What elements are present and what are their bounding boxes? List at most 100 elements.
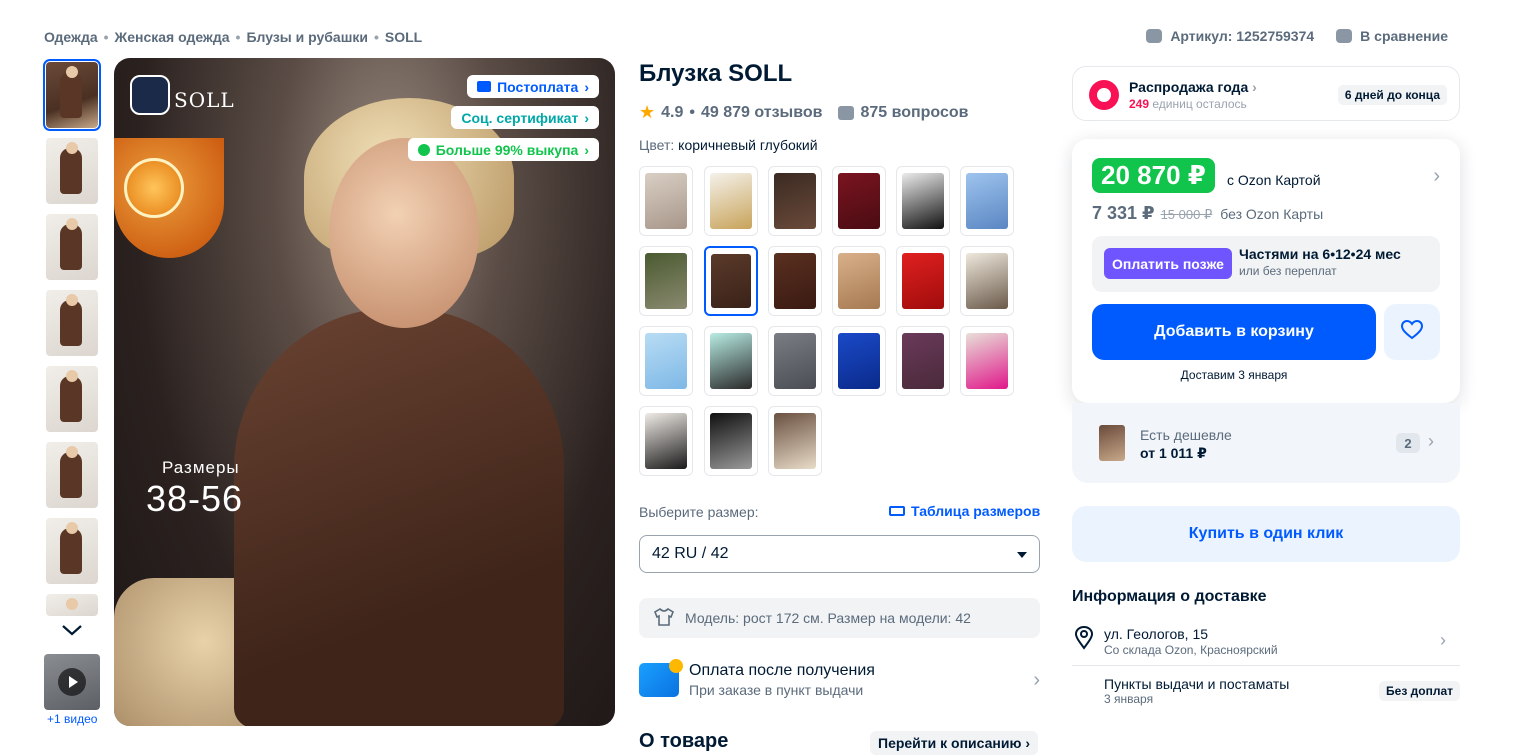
color-swatch[interactable] [832, 246, 886, 316]
color-swatch[interactable] [832, 326, 886, 396]
pickup-date: 3 января [1104, 692, 1154, 706]
badge-social-cert[interactable]: Соц. сертификат › [451, 106, 599, 129]
breadcrumb-item[interactable]: Женская одежда [115, 29, 230, 45]
product-title: Блузка SOLL [639, 60, 793, 87]
color-swatch[interactable] [896, 326, 950, 396]
cheaper-title: Есть дешевле [1140, 427, 1232, 443]
gallery-thumb[interactable] [46, 594, 98, 616]
question-icon [838, 105, 855, 120]
thumb-head [66, 218, 78, 230]
pickup-row[interactable]: Пункты выдачи и постаматы 3 января Без д… [1072, 672, 1460, 712]
color-swatch[interactable] [639, 406, 693, 476]
badge-buyout[interactable]: Больше 99% выкупа › [407, 138, 599, 161]
gallery-thumb[interactable] [46, 138, 98, 204]
size-select[interactable]: 42 RU / 42 [639, 535, 1040, 573]
main-product-image[interactable]: SOLL Постоплата › Соц. сертификат › Боль… [114, 58, 615, 726]
gallery-thumb[interactable] [46, 366, 98, 432]
delivery-title: Информация о доставке [1072, 588, 1267, 605]
payment-after-row[interactable]: Оплата после получения При заказе в пунк… [639, 659, 1040, 698]
pickup-badge: Без доплат [1379, 681, 1460, 701]
thumb-head [66, 370, 78, 382]
color-row: Цвет: коричневый глубокий [639, 137, 818, 153]
color-swatch[interactable] [960, 246, 1014, 316]
color-swatch[interactable] [896, 166, 950, 236]
sale-title: Распродажа года › [1129, 79, 1257, 95]
color-swatch[interactable] [639, 326, 693, 396]
thumb-head [66, 294, 78, 306]
breadcrumb-separator: • [374, 29, 379, 45]
color-swatch[interactable] [768, 166, 822, 236]
play-icon [58, 668, 86, 696]
color-swatch[interactable] [704, 166, 758, 236]
badge-social-cert-label: Соц. сертификат [461, 109, 579, 126]
thumb-head [66, 598, 78, 610]
chevron-down-icon[interactable] [60, 622, 84, 638]
breadcrumb: Одежда • Женская одежда • Блузы и рубашк… [44, 29, 422, 45]
color-swatch[interactable] [960, 166, 1014, 236]
chevron-right-icon[interactable]: › [1433, 165, 1440, 188]
pay-later-button[interactable]: Оплатить позже [1104, 248, 1232, 279]
favorite-button[interactable] [1384, 304, 1440, 360]
color-swatch[interactable] [960, 326, 1014, 396]
gallery-thumb[interactable] [46, 214, 98, 280]
questions-link[interactable]: 875 вопросов [860, 104, 968, 122]
sale-banner[interactable]: Распродажа года › 249 единиц осталось 6 … [1072, 66, 1460, 121]
color-swatch[interactable] [639, 166, 693, 236]
reviews-link[interactable]: 49 879 отзывов [701, 104, 822, 122]
compare-button[interactable]: В сравнение [1336, 28, 1448, 44]
size-table-link[interactable]: Таблица размеров [889, 503, 1040, 519]
cheaper-offer[interactable]: Есть дешевле от 1 011 ₽ 2 › [1072, 403, 1460, 483]
add-to-cart-button[interactable]: Добавить в корзину [1092, 304, 1376, 360]
color-swatch[interactable] [768, 246, 822, 316]
article-number: Артикул: 1252759374 [1170, 28, 1315, 44]
color-swatch[interactable] [639, 246, 693, 316]
compare-icon [1336, 29, 1353, 43]
video-thumb[interactable] [44, 654, 100, 710]
sale-count-row: 249 единиц осталось [1129, 97, 1247, 111]
buy-one-click-button[interactable]: Купить в один клик [1072, 506, 1460, 562]
thumb-head [66, 446, 78, 458]
image-face [329, 138, 479, 328]
article-copy-button[interactable]: Артикул: 1252759374 [1146, 28, 1314, 44]
rating-value: 4.9 [661, 103, 684, 121]
color-swatch[interactable] [704, 326, 758, 396]
gallery-thumb[interactable] [46, 442, 98, 508]
color-swatch[interactable] [704, 406, 758, 476]
image-sizes-value: 38-56 [146, 478, 244, 519]
video-label[interactable]: +1 видео [47, 712, 97, 726]
chevron-right-icon: › [584, 78, 589, 95]
color-swatch[interactable] [768, 406, 822, 476]
model-info: Модель: рост 172 см. Размер на модели: 4… [639, 598, 1040, 638]
ruler-icon [889, 506, 905, 516]
card-price: 20 870 ₽ [1092, 158, 1215, 193]
star-icon: ★ [639, 102, 656, 122]
thumb-head [66, 66, 78, 78]
color-swatch[interactable] [896, 246, 950, 316]
gallery-thumb[interactable] [46, 290, 98, 356]
image-torso [234, 308, 564, 726]
badge-postpay-label: Постоплата [497, 78, 579, 95]
installments-block[interactable]: Оплатить позже Частями на 6•12•24 мес ил… [1092, 236, 1440, 292]
regular-price-row: 7 331 ₽ 15 000 ₽ без Ozon Карты [1092, 203, 1323, 224]
breadcrumb-item[interactable]: Одежда [44, 29, 98, 45]
go-to-description-button[interactable]: Перейти к описанию › [870, 731, 1039, 755]
compare-label: В сравнение [1360, 28, 1448, 44]
breadcrumb-item[interactable]: SOLL [385, 29, 422, 45]
chevron-right-icon: › [584, 109, 589, 126]
color-swatch[interactable] [832, 166, 886, 236]
go-to-description-label: Перейти к описанию [878, 735, 1022, 751]
cheaper-count: 2 [1396, 433, 1420, 453]
installments-subtitle: или без переплат [1239, 264, 1337, 278]
gallery-thumb[interactable] [46, 518, 98, 584]
color-swatch[interactable] [768, 326, 822, 396]
color-swatch-selected[interactable] [704, 246, 758, 316]
old-price: 15 000 ₽ [1160, 207, 1213, 222]
gallery-thumb[interactable] [43, 59, 101, 131]
badge-postpay[interactable]: Постоплата › [467, 75, 599, 98]
breadcrumb-item[interactable]: Блузы и рубашки [246, 29, 368, 45]
chevron-right-icon: › [1440, 630, 1446, 650]
image-sizes-label: Размеры [162, 458, 240, 477]
size-table-label: Таблица размеров [911, 503, 1041, 519]
delivery-address-row[interactable]: ул. Геологов, 15 Со склада Ozon, Красноя… [1072, 620, 1460, 666]
check-circle-icon [417, 143, 430, 156]
